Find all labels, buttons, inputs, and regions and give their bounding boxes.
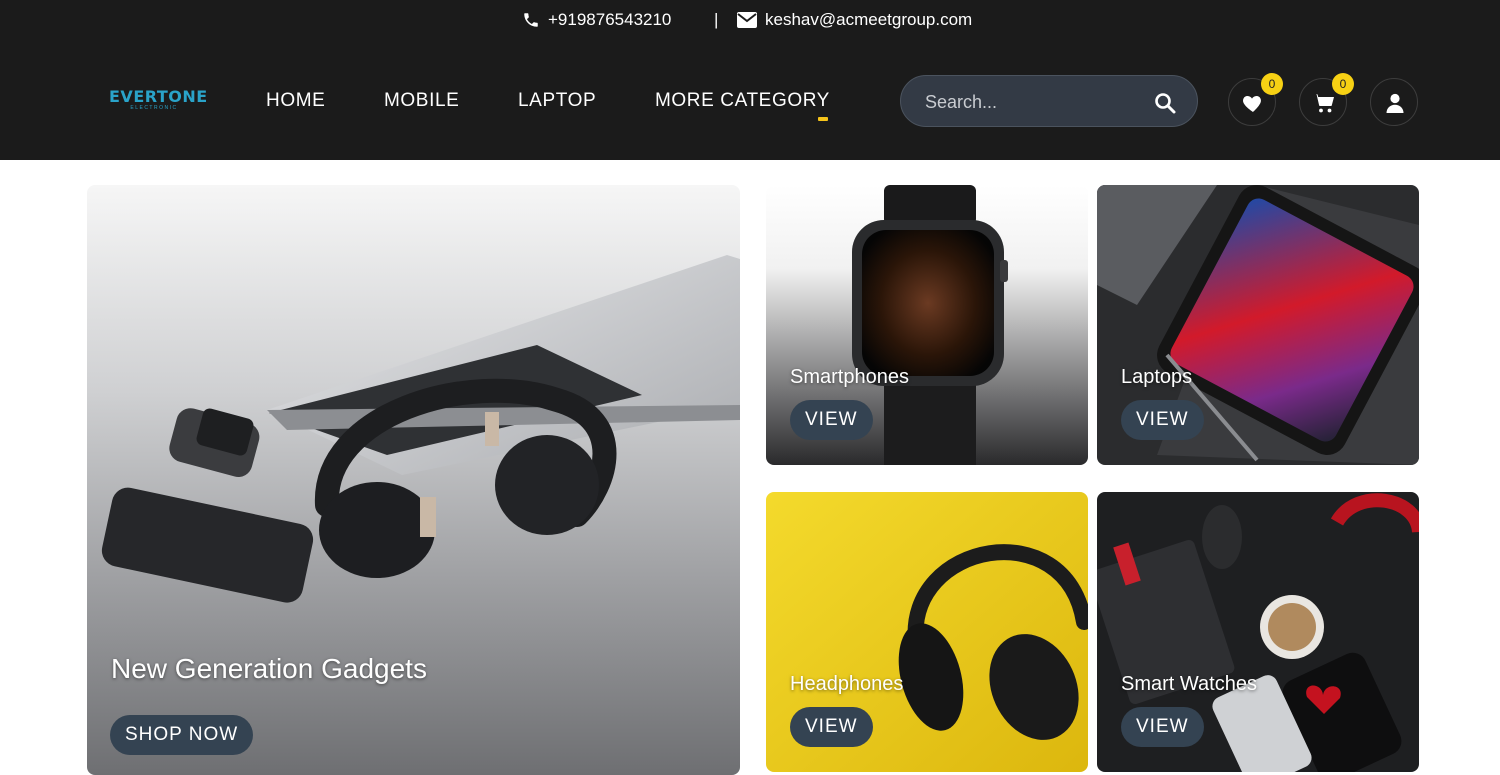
category-card-headphones[interactable]: Headphones VIEW [766,492,1088,772]
phone-contact[interactable]: +919876543210 [522,10,671,30]
view-button-headphones[interactable]: VIEW [790,707,873,747]
hero-gadgets-image [87,185,740,775]
search-input[interactable] [925,88,1145,116]
category-title: Smartphones [790,366,909,388]
view-button-laptops[interactable]: VIEW [1121,400,1204,440]
contact-separator: | [714,10,719,29]
search-bar [900,75,1198,127]
contact-bar: +919876543210 | keshav@acmeetgroup.com [0,0,1500,42]
site-header: +919876543210 | keshav@acmeetgroup.com E… [0,0,1500,160]
wishlist-count-badge: 0 [1261,73,1283,95]
hero-banner: New Generation Gadgets SHOP NOW [87,185,740,775]
category-title: Laptops [1121,366,1193,388]
nav-home[interactable]: HOME [266,90,325,112]
hero-title: New Generation Gadgets [111,653,427,684]
cart-count-badge: 0 [1332,73,1354,95]
account-button[interactable] [1370,78,1418,126]
email-address: keshav@acmeetgroup.com [765,10,973,29]
logo-brand: EVERTONE [109,87,208,106]
nav-mobile[interactable]: MOBILE [384,90,459,112]
search-icon[interactable] [1153,91,1177,115]
mail-icon [737,12,757,28]
nav-more-category[interactable]: MORE CATEGORY [655,90,830,112]
site-logo[interactable]: EVERTONE ELECTRONIC [109,87,208,111]
shop-now-button[interactable]: SHOP NOW [110,715,254,755]
category-title: Headphones [790,673,904,695]
view-button-smart-watches[interactable]: VIEW [1121,707,1204,747]
category-card-laptops[interactable]: Laptops VIEW [1097,185,1419,465]
category-card-smart-watches[interactable]: Smart Watches VIEW [1097,492,1419,772]
cart-button[interactable]: 0 [1299,73,1354,126]
view-button-smartphones[interactable]: VIEW [790,400,873,440]
category-card-smartphones[interactable]: Smartphones VIEW [766,185,1088,465]
phone-icon [522,11,540,29]
nav-laptop[interactable]: LAPTOP [518,90,596,112]
wishlist-button[interactable]: 0 [1228,73,1283,126]
nav-active-indicator [818,117,828,121]
category-title: Smart Watches [1121,673,1257,695]
phone-number: +919876543210 [548,10,672,29]
email-contact[interactable]: keshav@acmeetgroup.com [737,10,972,30]
